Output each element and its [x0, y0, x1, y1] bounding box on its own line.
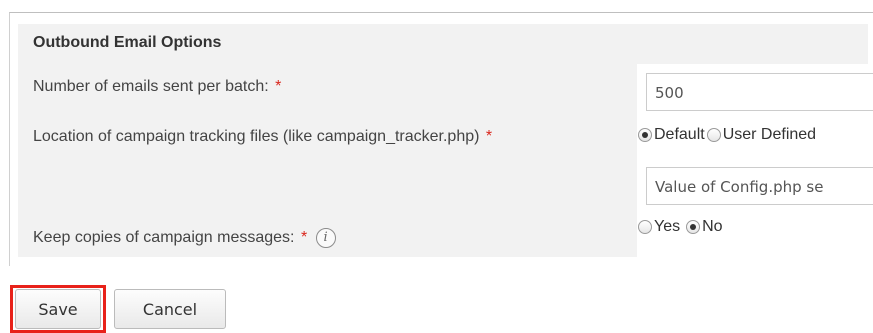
- keep-copies-option-no-label: No: [702, 218, 723, 235]
- cancel-button[interactable]: Cancel: [114, 289, 226, 329]
- tracking-option-user-defined[interactable]: User Defined: [706, 126, 817, 144]
- batch-label: Number of emails sent per batch:: [33, 78, 269, 95]
- radio-checked-icon[interactable]: [686, 220, 701, 234]
- required-marker: *: [485, 128, 493, 145]
- tracking-label-row: Location of campaign tracking files (lik…: [33, 128, 492, 146]
- required-marker: *: [300, 229, 308, 247]
- keep-copies-radio-group: Yes No: [638, 218, 725, 236]
- tracking-option-user-defined-label: User Defined: [722, 126, 817, 143]
- keep-copies-label-row: Keep copies of campaign messages: * i: [33, 228, 336, 248]
- tracking-radio-group: Default User Defined: [638, 126, 818, 144]
- batch-input[interactable]: 500: [646, 73, 873, 111]
- tracking-location-input[interactable]: Value of Config.php se: [646, 167, 873, 205]
- radio-checked-icon[interactable]: [638, 128, 652, 142]
- tracking-option-default-label: Default: [654, 126, 705, 143]
- info-icon[interactable]: i: [315, 228, 336, 248]
- batch-label-row: Number of emails sent per batch: *: [33, 78, 281, 96]
- radio-unchecked-icon[interactable]: [706, 128, 721, 142]
- required-marker: *: [275, 78, 282, 95]
- section-title: Outbound Email Options: [33, 34, 222, 51]
- keep-copies-option-yes-label: Yes: [654, 218, 681, 235]
- radio-unchecked-icon[interactable]: [638, 220, 652, 234]
- tracking-option-default[interactable]: Default: [638, 126, 705, 144]
- save-button[interactable]: Save: [15, 289, 101, 329]
- tracking-label: Location of campaign tracking files (lik…: [33, 128, 480, 145]
- keep-copies-option-no[interactable]: No: [686, 218, 723, 236]
- keep-copies-option-yes[interactable]: Yes: [638, 218, 680, 236]
- keep-copies-label: Keep copies of campaign messages:: [33, 229, 295, 247]
